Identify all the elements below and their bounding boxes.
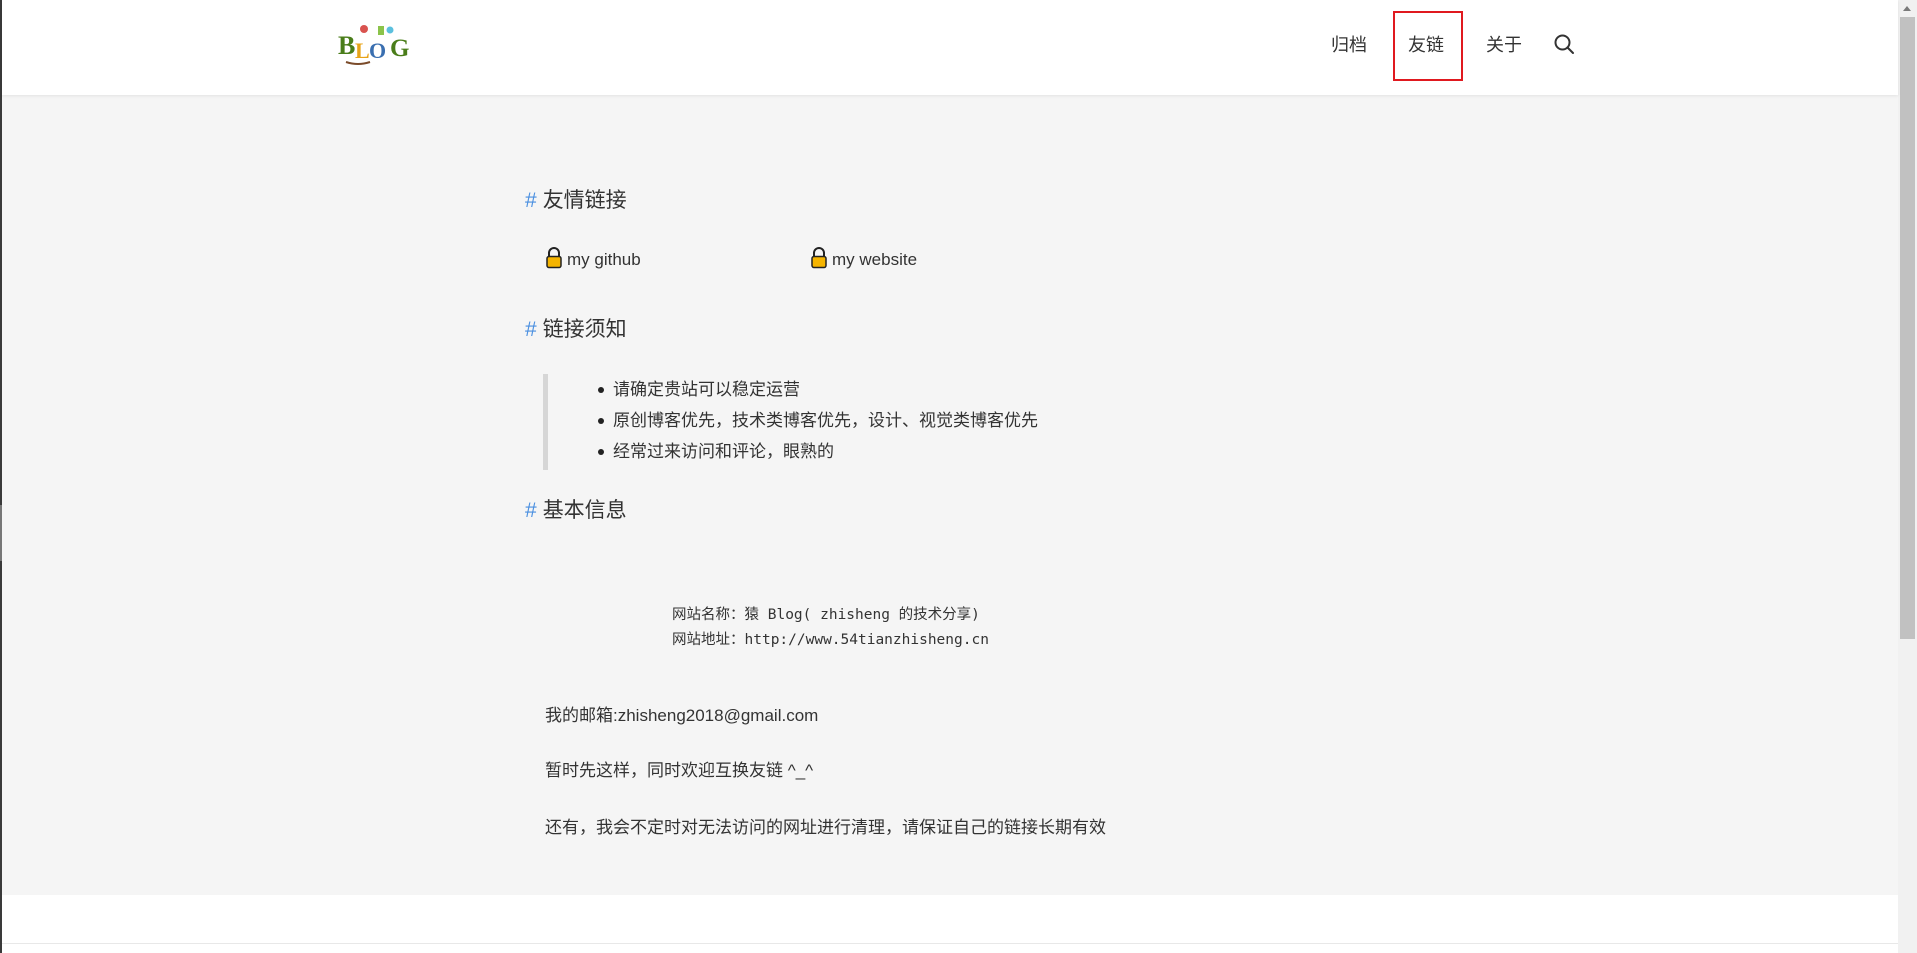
- main-content: # 友情链接 my github my website # 链接须知 请确定贵站可以…: [2, 95, 1898, 895]
- heading-text: 基本信息: [542, 499, 627, 522]
- nav-archive[interactable]: 归档: [1331, 30, 1367, 60]
- friend-link-github[interactable]: my github: [545, 247, 641, 272]
- page-scrollbar[interactable]: [1898, 0, 1917, 953]
- site-footer: [2, 895, 1898, 953]
- svg-text:O: O: [369, 38, 386, 63]
- nav-friends[interactable]: 友链: [1408, 30, 1444, 60]
- lock-icon: [811, 247, 827, 269]
- section-heading-link-notes: # 链接须知: [525, 315, 627, 345]
- section-heading-basic-info: # 基本信息: [525, 496, 627, 526]
- site-name-text: 网站名称：猿 Blog( zhisheng 的技术分享): [672, 607, 980, 623]
- link-notes-blockquote: 请确定贵站可以稳定运营 原创博客优先，技术类博客优先，设计、视觉类博客优先 经常…: [543, 374, 1248, 470]
- email-text: 我的邮箱:zhisheng2018@gmail.com: [545, 706, 819, 725]
- notice-text: 还有，我会不定时对无法访问的网址进行清理，请保证自己的链接长期有效: [545, 818, 1106, 837]
- site-header: B L O G 归档 友链 关于: [2, 0, 1898, 95]
- scrollbar-thumb[interactable]: [1900, 17, 1915, 639]
- svg-text:L: L: [355, 38, 370, 63]
- nav-about[interactable]: 关于: [1486, 30, 1522, 60]
- heading-hash: #: [525, 318, 537, 341]
- list-item: 经常过来访问和评论，眼熟的: [598, 436, 1248, 467]
- list-item: 请确定贵站可以稳定运营: [598, 374, 1248, 405]
- site-url-text: 网站地址：http://www.54tianzhisheng.cn: [672, 632, 989, 648]
- search-icon: [1554, 34, 1574, 54]
- search-button[interactable]: [1553, 33, 1575, 55]
- heading-text: 链接须知: [542, 318, 627, 341]
- site-logo[interactable]: B L O G: [338, 24, 418, 66]
- svg-text:G: G: [390, 35, 409, 62]
- footer-divider: [2, 943, 1898, 944]
- friend-link-label: my github: [567, 250, 641, 269]
- link-notes-list: 请确定贵站可以稳定运营 原创博客优先，技术类博客优先，设计、视觉类博客优先 经常…: [548, 374, 1248, 467]
- svg-text:B: B: [338, 31, 355, 60]
- scroll-up-arrow-icon[interactable]: [1898, 0, 1917, 17]
- lock-icon: [546, 247, 562, 269]
- section-heading-friend-links: # 友情链接: [525, 186, 627, 216]
- welcome-text: 暂时先这样，同时欢迎互换友链 ^_^: [545, 761, 814, 780]
- list-item: 原创博客优先，技术类博客优先，设计、视觉类博客优先: [598, 405, 1248, 436]
- heading-hash: #: [525, 499, 537, 522]
- blog-logo-icon: B L O G: [338, 25, 409, 65]
- heading-hash: #: [525, 189, 537, 212]
- heading-text: 友情链接: [542, 189, 627, 212]
- friend-link-label: my website: [832, 250, 918, 269]
- friend-link-website[interactable]: my website: [810, 247, 917, 272]
